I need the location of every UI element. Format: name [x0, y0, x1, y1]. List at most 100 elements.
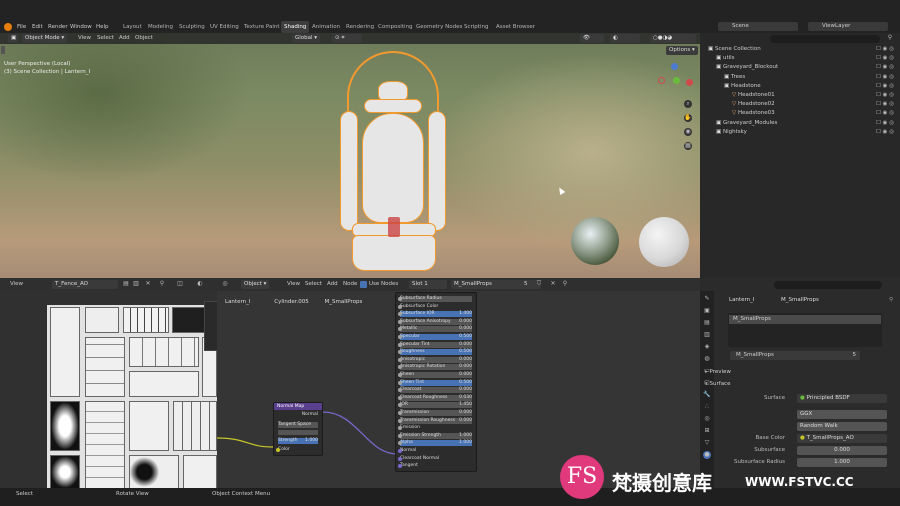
subsurface-slider[interactable]: 0.000: [797, 446, 887, 455]
visibility-icon[interactable]: 👁: [580, 34, 604, 43]
input-socket-icon[interactable]: [398, 411, 402, 415]
toolbar-handle[interactable]: [1, 46, 5, 54]
input-socket-icon[interactable]: [398, 335, 402, 339]
zoom-icon[interactable]: ⌕: [684, 100, 692, 108]
input-socket-icon[interactable]: [398, 449, 402, 453]
outliner-search[interactable]: [770, 35, 880, 43]
surface-section[interactable]: ▾ Surface: [705, 380, 895, 389]
gizmo-y-axis-icon[interactable]: [673, 77, 680, 84]
tab-texture-paint[interactable]: Texture Paint: [241, 21, 283, 33]
visibility-eye-icon[interactable]: ☐ ◉ ◎: [876, 45, 894, 54]
menu-render[interactable]: Render: [48, 21, 68, 33]
image-close-icon[interactable]: ✕: [144, 280, 152, 288]
scene-tab-icon[interactable]: ◈: [703, 343, 711, 351]
subsurface-method-dropdown[interactable]: Random Walk: [797, 422, 887, 431]
outliner-row[interactable]: ▣ Graveyard_Blockout ☐ ◉ ◎: [702, 63, 898, 72]
camera-view-icon[interactable]: ◉: [684, 128, 692, 136]
shader-node-editor[interactable]: ◎ Object ▾ View Select Add Node Use Node…: [217, 278, 700, 488]
bsdf-input-row[interactable]: Metallic 0.000: [398, 326, 472, 333]
render-tab-icon[interactable]: ▣: [703, 307, 711, 315]
input-socket-icon[interactable]: [398, 456, 402, 461]
visibility-eye-icon[interactable]: ☐ ◉ ◎: [876, 119, 894, 128]
display-channels-icon[interactable]: ◫: [176, 280, 184, 288]
bsdf-input-row[interactable]: Anisotropic 0.000: [398, 356, 472, 363]
bsdf-input-row[interactable]: Emission Strength 1.000: [398, 432, 472, 439]
tab-uv-editing[interactable]: UV Editing: [207, 21, 242, 33]
input-socket-icon[interactable]: [398, 342, 402, 347]
tab-asset-browser[interactable]: Asset Browser: [493, 21, 538, 33]
snap-toggle[interactable]: ⊙ ⌗: [332, 34, 362, 43]
bsdf-input-row[interactable]: Sheen 0.000: [398, 372, 472, 378]
tab-shading[interactable]: Shading: [281, 21, 310, 33]
bsdf-input-row[interactable]: Clearcoat Normal: [398, 456, 472, 462]
input-socket-icon[interactable]: [398, 319, 402, 324]
visibility-eye-icon[interactable]: ☐ ◉ ◎: [876, 54, 894, 63]
tab-animation[interactable]: Animation: [309, 21, 343, 33]
visibility-eye-icon[interactable]: ☐ ◉ ◎: [876, 109, 894, 118]
bsdf-input-row[interactable]: Clearcoat 0.000: [398, 387, 472, 394]
menu-file[interactable]: File: [17, 21, 26, 33]
viewport-menu-view[interactable]: View: [78, 32, 91, 44]
outliner-row[interactable]: ▽ Headstone01 ☐ ◉ ◎: [702, 91, 898, 100]
scene-selector[interactable]: Scene: [718, 22, 798, 31]
options-dropdown[interactable]: Options ▾: [666, 46, 698, 55]
gizmo-z-axis-icon[interactable]: [671, 63, 678, 70]
bsdf-input-row[interactable]: Specular 0.500: [398, 334, 472, 340]
object-mode-dropdown[interactable]: Object Mode ▾: [22, 34, 68, 43]
tab-geometry-nodes[interactable]: Geometry Nodes: [413, 21, 465, 33]
image-menu-view[interactable]: View: [10, 278, 23, 290]
bsdf-input-row[interactable]: Subsurface IOR 1.400: [398, 311, 472, 318]
tab-scripting[interactable]: Scripting: [461, 21, 491, 33]
input-socket-icon[interactable]: [398, 380, 402, 385]
perspective-toggle-icon[interactable]: ▦: [684, 142, 692, 150]
image-selector[interactable]: T_Fence_AO: [52, 280, 118, 289]
shading-modes[interactable]: ○●◑◕: [650, 34, 696, 43]
overlay-icon[interactable]: ◐: [196, 280, 204, 288]
transform-orientation-dropdown[interactable]: Global ▾: [292, 34, 321, 43]
bsdf-input-row[interactable]: Specular Tint 0.000: [398, 341, 472, 348]
bsdf-input-row[interactable]: Transmission 0.000: [398, 410, 472, 416]
tab-sculpting[interactable]: Sculpting: [176, 21, 208, 33]
outliner-row[interactable]: ▣ Trees ☐ ◉ ◎: [702, 73, 898, 82]
input-socket-icon[interactable]: [398, 395, 402, 400]
input-socket-icon[interactable]: [398, 297, 402, 301]
input-socket-icon[interactable]: [398, 433, 402, 438]
visibility-eye-icon[interactable]: ☐ ◉ ◎: [876, 82, 894, 91]
bsdf-input-row[interactable]: Subsurface Radius: [398, 296, 472, 302]
tab-compositing[interactable]: Compositing: [375, 21, 415, 33]
visibility-eye-icon[interactable]: ☐ ◉ ◎: [876, 73, 894, 82]
preview-section[interactable]: ▸ Preview: [705, 368, 895, 377]
outliner-row[interactable]: ▣ Scene Collection ☐ ◉ ◎: [702, 45, 898, 54]
distribution-dropdown[interactable]: GGX: [797, 410, 887, 419]
input-socket-icon[interactable]: [398, 373, 402, 377]
image-editor[interactable]: View T_Fence_AO ▤ ▥ ✕ ⚲ ◫ ◐: [0, 278, 246, 491]
viewport-menu-select[interactable]: Select: [97, 32, 114, 44]
image-open-icon[interactable]: ▥: [132, 280, 140, 288]
outliner-row[interactable]: ▣ Nightsky ☐ ◉ ◎: [702, 128, 898, 137]
bsdf-input-row[interactable]: Sheen Tint 0.500: [398, 379, 472, 386]
visibility-eye-icon[interactable]: ☐ ◉ ◎: [876, 100, 894, 109]
gizmo-x-pos-icon[interactable]: [686, 79, 693, 86]
material-slot-list[interactable]: M_SmallProps: [728, 313, 882, 347]
principled-bsdf-node[interactable]: Subsurface Radius Subsurface Color Subsurf…: [395, 292, 477, 472]
menu-edit[interactable]: Edit: [32, 21, 43, 33]
outliner-row[interactable]: ▽ Headstone02 ☐ ◉ ◎: [702, 100, 898, 109]
view-layer-tab-icon[interactable]: ▥: [703, 331, 711, 339]
bsdf-input-row[interactable]: Roughness 0.500: [398, 349, 472, 356]
input-socket-icon[interactable]: [398, 357, 402, 362]
bsdf-input-row[interactable]: Tangent: [398, 463, 472, 469]
outliner-row[interactable]: ▣ utils ☐ ◉ ◎: [702, 54, 898, 63]
base-color-field[interactable]: ● T_SmallProps_AO: [797, 434, 887, 443]
outliner-row[interactable]: ▣ Graveyard_Modules ☐ ◉ ◎: [702, 119, 898, 128]
material-selector-props[interactable]: M_SmallProps 5: [730, 351, 860, 360]
bsdf-input-row[interactable]: Subsurface Anisotropy 0.000: [398, 318, 472, 325]
image-new-icon[interactable]: ▤: [122, 280, 130, 288]
subsurface-radius-field[interactable]: 1.000: [797, 458, 887, 467]
visibility-eye-icon[interactable]: ☐ ◉ ◎: [876, 63, 894, 72]
view-layer-selector[interactable]: ViewLayer: [808, 22, 888, 31]
pan-hand-icon[interactable]: ✋: [684, 114, 692, 122]
gizmo-x-axis-icon[interactable]: [658, 77, 665, 84]
visibility-eye-icon[interactable]: ☐ ◉ ◎: [876, 91, 894, 100]
pin-icon[interactable]: ⚲: [158, 280, 166, 288]
bsdf-input-row[interactable]: Anisotropic Rotation 0.000: [398, 364, 472, 371]
